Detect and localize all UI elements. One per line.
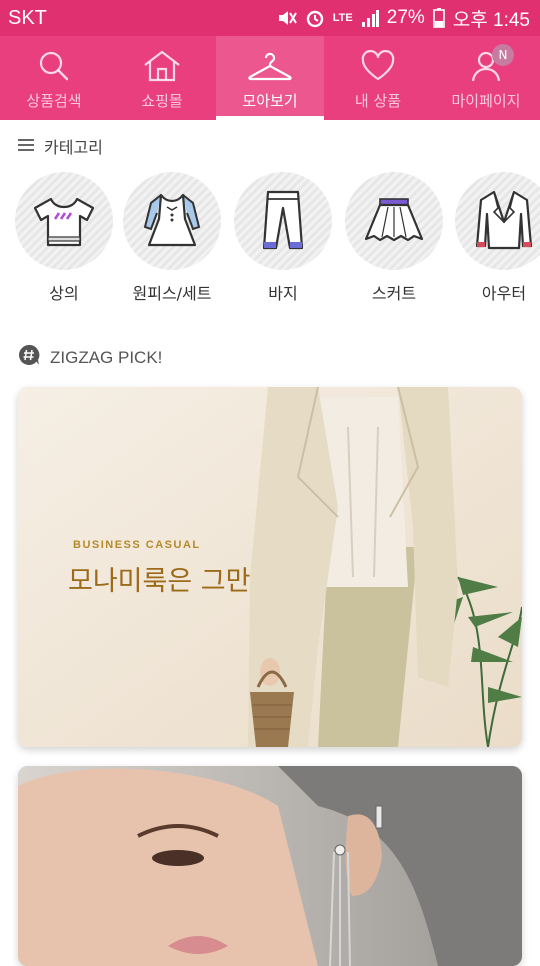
alarm-icon <box>305 8 325 28</box>
network-type: LTE <box>332 12 353 24</box>
hanger-icon <box>247 48 293 84</box>
banner-eyebrow: BUSINESS CASUAL <box>73 539 201 551</box>
menu-icon <box>18 137 34 156</box>
category-list: 상의 원피스/세트 바지 스커트 아우터 <box>14 172 540 304</box>
tab-my-products[interactable]: 내 상품 <box>324 36 432 120</box>
battery-percent: 27% <box>386 7 425 28</box>
category-label: 스커트 <box>371 284 417 303</box>
search-icon <box>38 48 70 84</box>
tab-shopping-mall-label: 쇼핑몰 <box>141 92 183 110</box>
category-item-pants[interactable]: 바지 <box>233 172 333 304</box>
signal-icon <box>361 9 379 27</box>
category-label: 바지 <box>268 284 298 303</box>
skirt-icon <box>364 198 424 242</box>
category-label: 상의 <box>49 284 79 303</box>
tab-search[interactable]: 상품검색 <box>0 36 108 120</box>
category-title: 카테고리 <box>44 138 103 157</box>
category-header[interactable]: 카테고리 <box>18 134 103 158</box>
tab-collection-label: 모아보기 <box>242 92 298 110</box>
banner-photo <box>18 766 522 966</box>
heart-icon <box>360 48 396 84</box>
category-circle <box>123 172 221 270</box>
category-circle <box>345 172 443 270</box>
status-bar: SKT LTE 27% 오후 1:45 <box>0 0 540 36</box>
pick-title: ZIGZAG PICK! <box>50 347 163 367</box>
category-item-top[interactable]: 상의 <box>14 172 114 304</box>
pick-header: ZIGZAG PICK! <box>18 344 162 371</box>
hashtag-icon <box>18 344 40 371</box>
banner-card[interactable] <box>18 766 522 966</box>
mute-icon <box>277 9 297 27</box>
tab-shopping-mall[interactable]: 쇼핑몰 <box>108 36 216 120</box>
notification-badge: N <box>492 44 514 66</box>
battery-icon <box>432 8 445 28</box>
category-item-skirt[interactable]: 스커트 <box>344 172 444 304</box>
tab-my-page[interactable]: N 마이페이지 <box>432 36 540 120</box>
category-circle <box>15 172 113 270</box>
tab-my-page-label: 마이페이지 <box>451 92 521 110</box>
pants-icon <box>262 190 304 250</box>
tab-search-label: 상품검색 <box>26 92 82 110</box>
category-label: 원피스/세트 <box>132 284 212 303</box>
banner-card[interactable]: BUSINESS CASUAL 모나미룩은 그만 <box>18 387 522 747</box>
house-icon <box>142 48 182 84</box>
clock: 오후 1:45 <box>452 9 530 31</box>
banner-title: 모나미룩은 그만 <box>68 566 251 597</box>
category-item-outer[interactable]: 아우터 <box>454 172 540 304</box>
category-label: 아우터 <box>481 284 527 303</box>
jacket-icon <box>475 190 533 250</box>
tab-my-products-label: 내 상품 <box>354 92 402 110</box>
tab-collection[interactable]: 모아보기 <box>216 36 324 120</box>
dress-icon <box>143 193 201 247</box>
main-nav: 상품검색 쇼핑몰 모아보기 내 상품 N 마이페이지 <box>0 36 540 120</box>
category-item-dress-set[interactable]: 원피스/세트 <box>122 172 222 304</box>
category-circle <box>455 172 540 270</box>
status-icons: LTE 27% 오후 1:45 <box>277 5 530 32</box>
tshirt-icon <box>33 197 95 247</box>
carrier-label: SKT <box>8 6 47 29</box>
category-circle <box>234 172 332 270</box>
